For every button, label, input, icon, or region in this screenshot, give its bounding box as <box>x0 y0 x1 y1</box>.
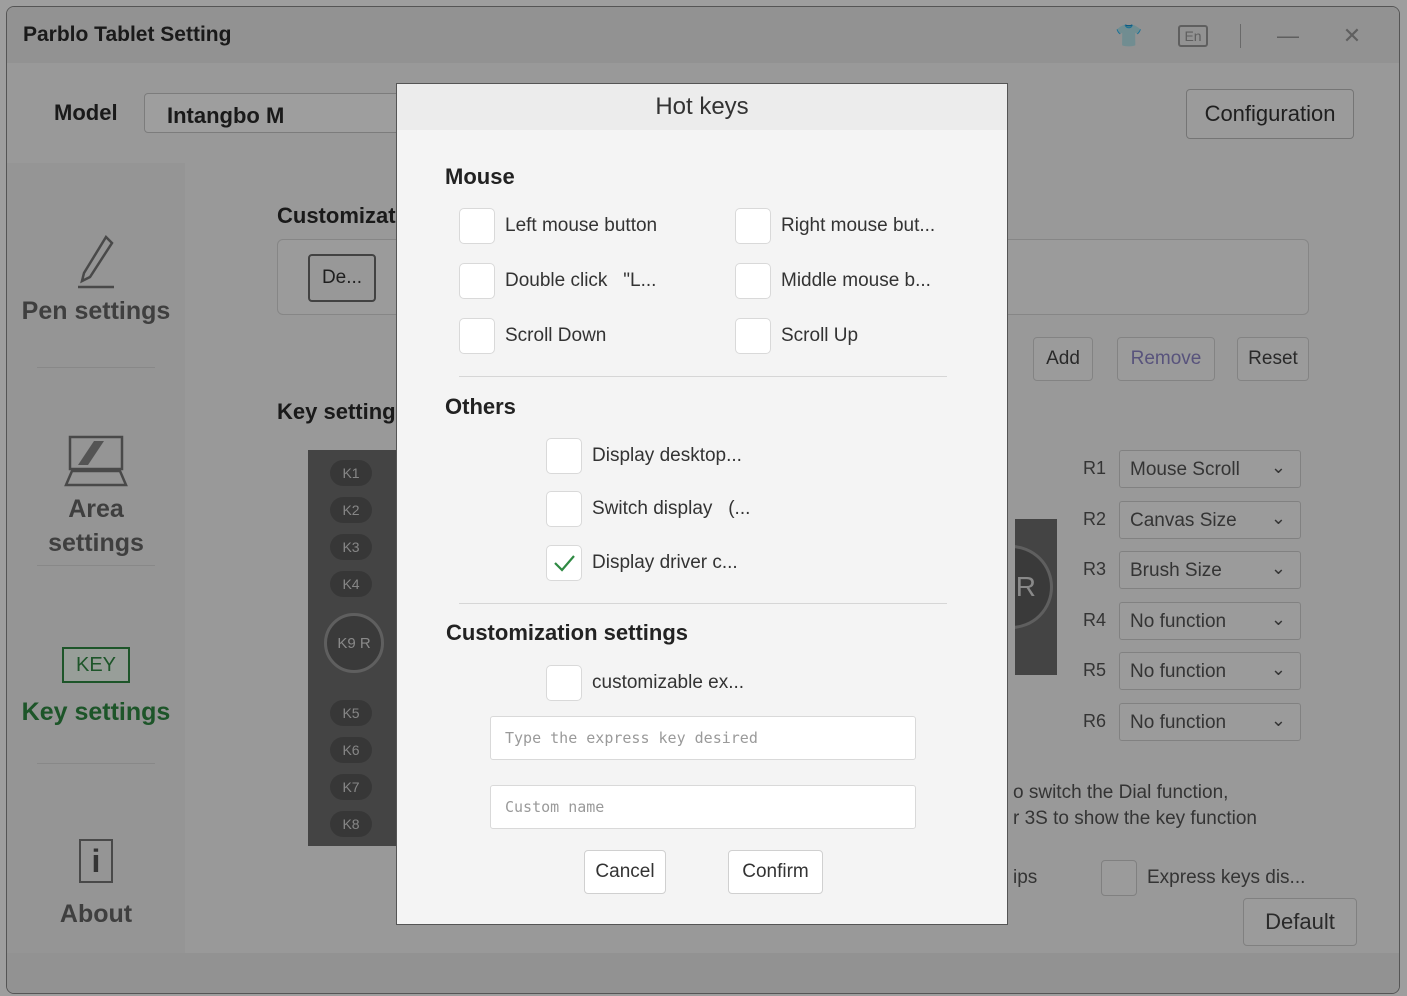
hotkey-option-display-desktop[interactable]: Display desktop... <box>546 438 742 474</box>
hotkey-option-customizable[interactable]: customizable ex... <box>546 665 744 701</box>
option-label: Scroll Down <box>505 325 607 346</box>
hotkey-option-switch-display[interactable]: Switch display (... <box>546 491 750 527</box>
hotkey-option-left-mouse[interactable]: Left mouse button <box>459 208 657 244</box>
checkbox[interactable] <box>546 491 582 527</box>
cancel-button[interactable]: Cancel <box>584 850 666 894</box>
confirm-button[interactable]: Confirm <box>728 850 823 894</box>
hot-keys-dialog: Hot keys Mouse Left mouse button Right m… <box>396 83 1008 925</box>
option-label: Double click "L... <box>505 270 657 291</box>
hotkey-option-middle-mouse[interactable]: Middle mouse b... <box>735 263 931 299</box>
option-label: Display driver c... <box>592 552 738 573</box>
custom-name-input[interactable] <box>490 785 916 829</box>
checkbox[interactable] <box>546 438 582 474</box>
option-label: Right mouse but... <box>781 215 936 236</box>
hotkey-option-double-click[interactable]: Double click "L... <box>459 263 656 299</box>
option-label: Middle mouse b... <box>781 270 931 291</box>
checkbox[interactable] <box>459 263 495 299</box>
checkbox-checked[interactable] <box>546 545 582 581</box>
customization-settings-title: Customization settings <box>446 620 689 645</box>
option-label: customizable ex... <box>592 672 745 693</box>
checkbox[interactable] <box>546 665 582 701</box>
checkbox[interactable] <box>735 263 771 299</box>
checkmark-icon <box>554 555 575 572</box>
checkbox[interactable] <box>459 208 495 244</box>
section-divider <box>459 376 947 377</box>
mouse-section-title: Mouse <box>445 164 515 189</box>
option-label: Switch display (... <box>592 498 751 519</box>
hotkey-option-scroll-down[interactable]: Scroll Down <box>459 318 606 354</box>
checkbox[interactable] <box>735 208 771 244</box>
option-label: Display desktop... <box>592 445 742 466</box>
others-section-title: Others <box>445 394 516 419</box>
hotkey-option-right-mouse[interactable]: Right mouse but... <box>735 208 935 244</box>
checkbox[interactable] <box>459 318 495 354</box>
option-label: Scroll Up <box>781 325 859 346</box>
option-label: Left mouse button <box>505 215 658 236</box>
hotkey-option-display-driver[interactable]: Display driver c... <box>546 545 738 581</box>
express-key-input[interactable] <box>490 716 916 760</box>
section-divider <box>459 603 947 604</box>
hotkey-option-scroll-up[interactable]: Scroll Up <box>735 318 858 354</box>
dialog-title: Hot keys <box>397 84 1007 130</box>
checkbox[interactable] <box>735 318 771 354</box>
